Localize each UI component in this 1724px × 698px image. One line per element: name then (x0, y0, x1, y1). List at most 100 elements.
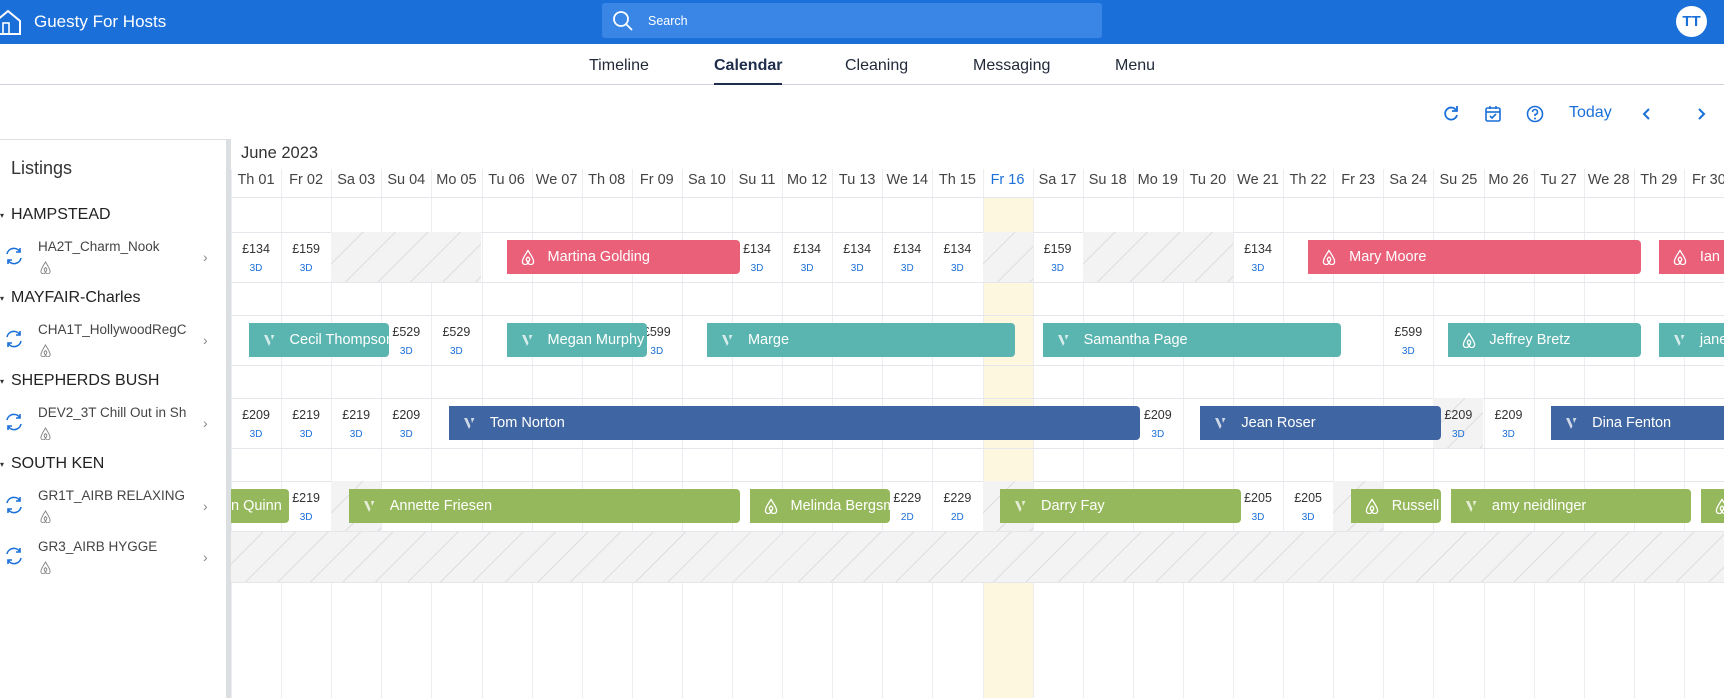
chevron-right-icon[interactable]: › (203, 332, 208, 348)
caret-down-icon: ▾ (0, 210, 5, 220)
listing-row[interactable]: GR1T_AIRB RELAXING › (0, 482, 226, 532)
price-cell[interactable]: £209 3D (1433, 398, 1483, 448)
chevron-right-icon[interactable]: › (203, 498, 208, 514)
price-cell[interactable]: £209 3D (1484, 398, 1534, 448)
nightly-price: £219 (342, 408, 371, 422)
listing-group-header[interactable]: ▾ SOUTH KEN (0, 448, 104, 480)
nightly-price: £134 (743, 242, 771, 256)
day-header: Sa 03 (337, 172, 376, 188)
reservation-bar[interactable]: Cecil Thompson (248, 323, 389, 357)
price-cell[interactable]: £599 3D (1383, 315, 1433, 365)
chevron-right-icon[interactable] (1691, 104, 1711, 124)
price-cell[interactable]: £159 3D (281, 232, 331, 282)
price-cell[interactable]: £229 2D (882, 481, 932, 531)
airbnb-icon (39, 510, 52, 524)
price-cell[interactable]: £205 3D (1283, 481, 1333, 531)
price-cell[interactable]: £219 3D (281, 398, 331, 448)
sync-icon[interactable] (4, 329, 24, 349)
chevron-right-icon[interactable]: › (203, 249, 208, 265)
nightly-price: £134 (893, 242, 922, 256)
min-stay: 3D (249, 263, 263, 274)
reservation-bar[interactable]: jane by (1658, 323, 1724, 357)
tab-cleaning[interactable]: Cleaning (845, 57, 908, 75)
row-divider (231, 365, 1724, 366)
reservation-bar[interactable]: Annette Friesen (348, 489, 740, 523)
sync-icon[interactable] (4, 246, 24, 266)
listing-name: CHA1T_HollywoodRegC (38, 322, 187, 337)
day-header: We 28 (1587, 172, 1630, 188)
min-stay: 2D (900, 512, 914, 523)
today-button[interactable]: Today (1569, 104, 1612, 122)
reservation-bar[interactable]: Dina Fenton (1551, 406, 1724, 440)
price-cell[interactable]: £134 3D (231, 232, 281, 282)
chevron-right-icon[interactable]: › (203, 415, 208, 431)
listing-group-header[interactable]: ▾ MAYFAIR-Charles (0, 282, 141, 314)
reservation-bar[interactable]: Marge (706, 323, 1016, 357)
group-name: SHEPHERDS BUSH (11, 372, 160, 389)
refresh-icon[interactable] (1441, 104, 1461, 124)
calendar-check-icon[interactable] (1483, 104, 1503, 124)
listing-row[interactable]: DEV2_3T Chill Out in Sh › (0, 399, 226, 449)
reservation-bar[interactable]: n Quinn (231, 489, 289, 523)
tab-messaging[interactable]: Messaging (973, 57, 1050, 75)
tab-timeline[interactable]: Timeline (589, 57, 649, 75)
brand[interactable]: Guesty For Hosts (0, 0, 166, 44)
guest-name: Ian Scr (1699, 249, 1724, 265)
user-avatar[interactable]: TT (1676, 6, 1707, 37)
reservation-bar[interactable]: Jeffrey Bretz (1448, 323, 1642, 357)
tab-calendar[interactable]: Calendar (714, 57, 783, 85)
reservation-bar[interactable]: Tom Norton (448, 406, 1141, 440)
price-cell[interactable]: £134 3D (932, 232, 982, 282)
price-cell[interactable]: £134 3D (732, 232, 782, 282)
help-icon[interactable] (1525, 104, 1545, 124)
price-cell[interactable]: £209 3D (381, 398, 431, 448)
nightly-price: £209 (242, 408, 270, 422)
tab-menu[interactable]: Menu (1115, 57, 1155, 75)
price-cell[interactable]: £134 3D (1233, 232, 1283, 282)
reservation-bar[interactable]: Melinda Bergsma (749, 489, 890, 523)
reservation-bar[interactable]: Russell G (1350, 489, 1441, 523)
sync-icon[interactable] (4, 546, 24, 566)
nightly-price: £205 (1244, 491, 1272, 505)
listing-row[interactable]: GR3_AIRB HYGGE › (0, 533, 226, 583)
guest-name: Jeffrey Bretz (1489, 332, 1571, 348)
day-header: Th 15 (938, 172, 976, 188)
reservation-bar[interactable]: Mary Moore (1308, 240, 1642, 274)
price-cell[interactable]: £134 3D (832, 232, 882, 282)
sync-icon[interactable] (4, 412, 24, 432)
price-cell[interactable]: £209 3D (1133, 398, 1183, 448)
row-divider (231, 448, 1724, 449)
price-cell[interactable]: £219 3D (331, 398, 381, 448)
price-cell[interactable]: £529 3D (431, 315, 481, 365)
reservation-bar[interactable]: Megan Murphy (506, 323, 647, 357)
listing-row[interactable]: CHA1T_HollywoodRegC › (0, 316, 226, 366)
listing-row[interactable]: HA2T_Charm_Nook › (0, 233, 226, 283)
price-cell[interactable]: £209 3D (231, 398, 281, 448)
listing-group-header[interactable]: ▾ SHEPHERDS BUSH (0, 365, 159, 397)
airbnb-icon (519, 248, 537, 266)
day-header: Tu 20 (1189, 172, 1227, 188)
reservation-bar[interactable]: Jean Roser (1200, 406, 1441, 440)
min-stay: 3D (1401, 346, 1415, 357)
listing-group-header[interactable]: ▾ HAMPSTEAD (0, 199, 111, 231)
reservation-bar[interactable]: Ian Scr (1658, 240, 1724, 274)
price-cell[interactable]: £529 3D (381, 315, 431, 365)
day-header: Fr 23 (1341, 172, 1376, 188)
price-cell[interactable]: £134 3D (882, 232, 932, 282)
guest-name: Martina Golding (547, 249, 650, 265)
chevron-right-icon[interactable]: › (203, 549, 208, 565)
price-cell[interactable]: £229 2D (932, 481, 982, 531)
reservation-bar[interactable]: Samantha Page (1042, 323, 1341, 357)
chevron-left-icon[interactable] (1637, 104, 1657, 124)
sync-icon[interactable] (4, 495, 24, 515)
reservation-bar[interactable]: amy neidlinger (1450, 489, 1692, 523)
price-cell[interactable]: £205 3D (1233, 481, 1283, 531)
vrbo-icon (1212, 414, 1230, 432)
reservation-bar[interactable]: Darry Fay (1000, 489, 1241, 523)
search-input[interactable]: Search (602, 3, 1102, 38)
price-cell[interactable]: £134 3D (782, 232, 832, 282)
reservation-bar[interactable] (1701, 489, 1724, 523)
price-cell[interactable]: £159 3D (1033, 232, 1083, 282)
guest-name: Samantha Page (1083, 332, 1188, 348)
reservation-bar[interactable]: Martina Golding (506, 240, 740, 274)
